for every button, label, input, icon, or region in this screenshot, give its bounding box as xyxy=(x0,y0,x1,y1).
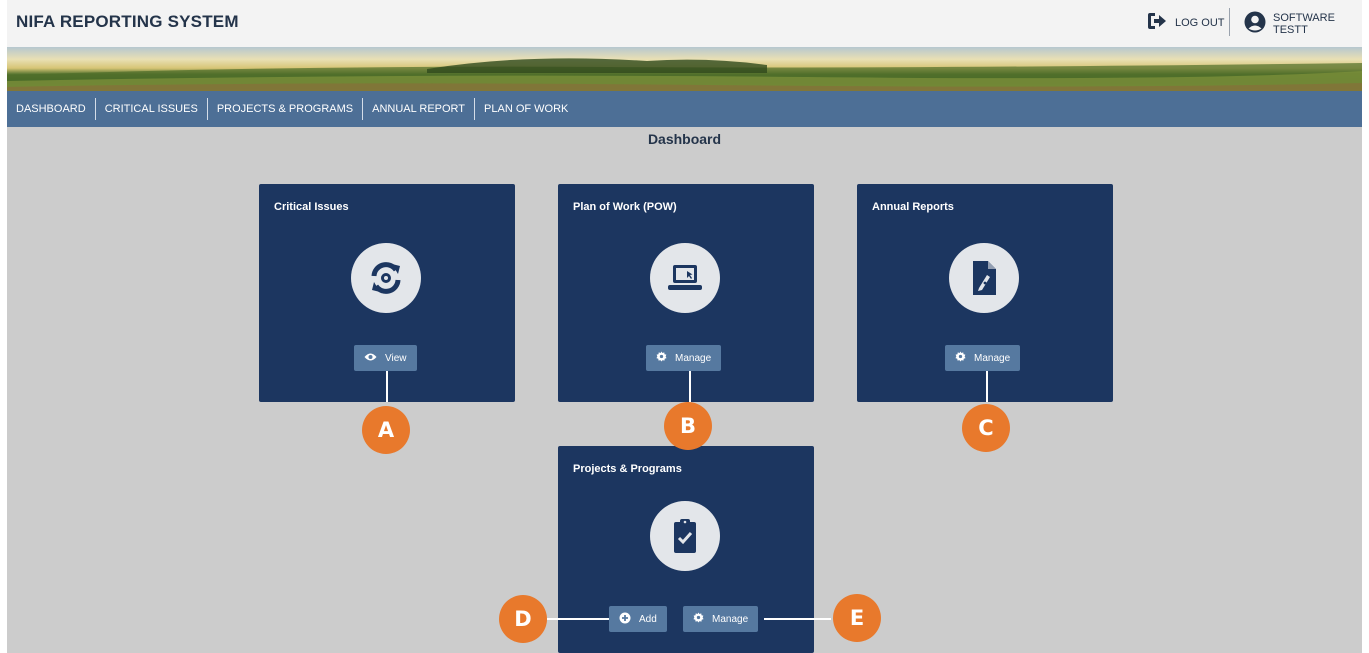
marker-c: C xyxy=(962,404,1010,452)
card-title: Plan of Work (POW) xyxy=(573,201,677,213)
callout-line-e xyxy=(764,618,831,620)
card-title: Projects & Programs xyxy=(573,463,682,475)
logout-link[interactable]: LOG OUT xyxy=(1147,12,1225,33)
view-button-label: View xyxy=(385,352,407,364)
view-button[interactable]: View xyxy=(354,345,417,371)
callout-line xyxy=(689,371,691,402)
user-menu[interactable]: SOFTWARE TESTT xyxy=(1244,11,1362,36)
header-divider xyxy=(1229,8,1230,36)
plan-of-work-card: Plan of Work (POW) Manage xyxy=(558,184,814,402)
page-title: Dashboard xyxy=(647,131,722,147)
marker-e: E xyxy=(833,594,881,642)
nav-plan-of-work[interactable]: PLAN OF WORK xyxy=(475,98,577,120)
user-name: SOFTWARE TESTT xyxy=(1273,11,1335,36)
nav-annual-report[interactable]: ANNUAL REPORT xyxy=(363,98,476,120)
logout-label: LOG OUT xyxy=(1175,16,1225,29)
callout-line-d xyxy=(547,618,609,620)
gear-icon xyxy=(693,612,704,626)
add-button-label: Add xyxy=(639,613,657,625)
marker-a: A xyxy=(362,406,410,454)
plus-circle-icon xyxy=(619,612,631,627)
manage-button-label: Manage xyxy=(712,613,749,625)
manage-button-label: Manage xyxy=(974,352,1011,364)
gear-icon xyxy=(656,351,667,365)
annual-reports-card: Annual Reports Manage xyxy=(857,184,1113,402)
top-header: NIFA REPORTING SYSTEM LOG OUT SOFTWARE T… xyxy=(7,0,1362,47)
app-title: NIFA REPORTING SYSTEM xyxy=(16,12,239,31)
card-title: Annual Reports xyxy=(872,201,954,213)
nav-critical-issues[interactable]: CRITICAL ISSUES xyxy=(96,98,208,120)
sync-icon xyxy=(351,243,421,313)
clipboard-check-icon xyxy=(650,501,720,571)
file-signature-icon xyxy=(949,243,1019,313)
laptop-icon xyxy=(650,243,720,313)
callout-line xyxy=(386,371,388,402)
marker-b: B xyxy=(664,402,712,450)
annual-manage-button[interactable]: Manage xyxy=(945,345,1021,371)
card-title: Critical Issues xyxy=(274,201,349,213)
user-circle-icon xyxy=(1244,11,1266,36)
pow-manage-button[interactable]: Manage xyxy=(646,345,722,371)
nav-dashboard[interactable]: DASHBOARD xyxy=(7,98,96,120)
manage-button-label: Manage xyxy=(675,352,712,364)
projects-programs-card: Projects & Programs Add Manage xyxy=(558,446,814,653)
gear-icon xyxy=(955,351,966,365)
marker-d: D xyxy=(499,595,547,643)
landscape-banner xyxy=(7,47,1362,91)
add-project-button[interactable]: Add xyxy=(609,606,667,632)
critical-issues-card: Critical Issues View xyxy=(259,184,515,402)
sign-out-icon xyxy=(1147,12,1167,33)
screen: NIFA REPORTING SYSTEM LOG OUT SOFTWARE T… xyxy=(0,0,1369,653)
nav-projects-programs[interactable]: PROJECTS & PROGRAMS xyxy=(208,98,364,120)
callout-line xyxy=(986,371,988,402)
projects-manage-button[interactable]: Manage xyxy=(683,606,759,632)
main-nav: DASHBOARD CRITICAL ISSUES PROJECTS & PRO… xyxy=(7,91,1362,127)
dashboard-content: Dashboard Critical Issues View Plan of W… xyxy=(7,127,1362,653)
eye-icon xyxy=(364,352,377,365)
